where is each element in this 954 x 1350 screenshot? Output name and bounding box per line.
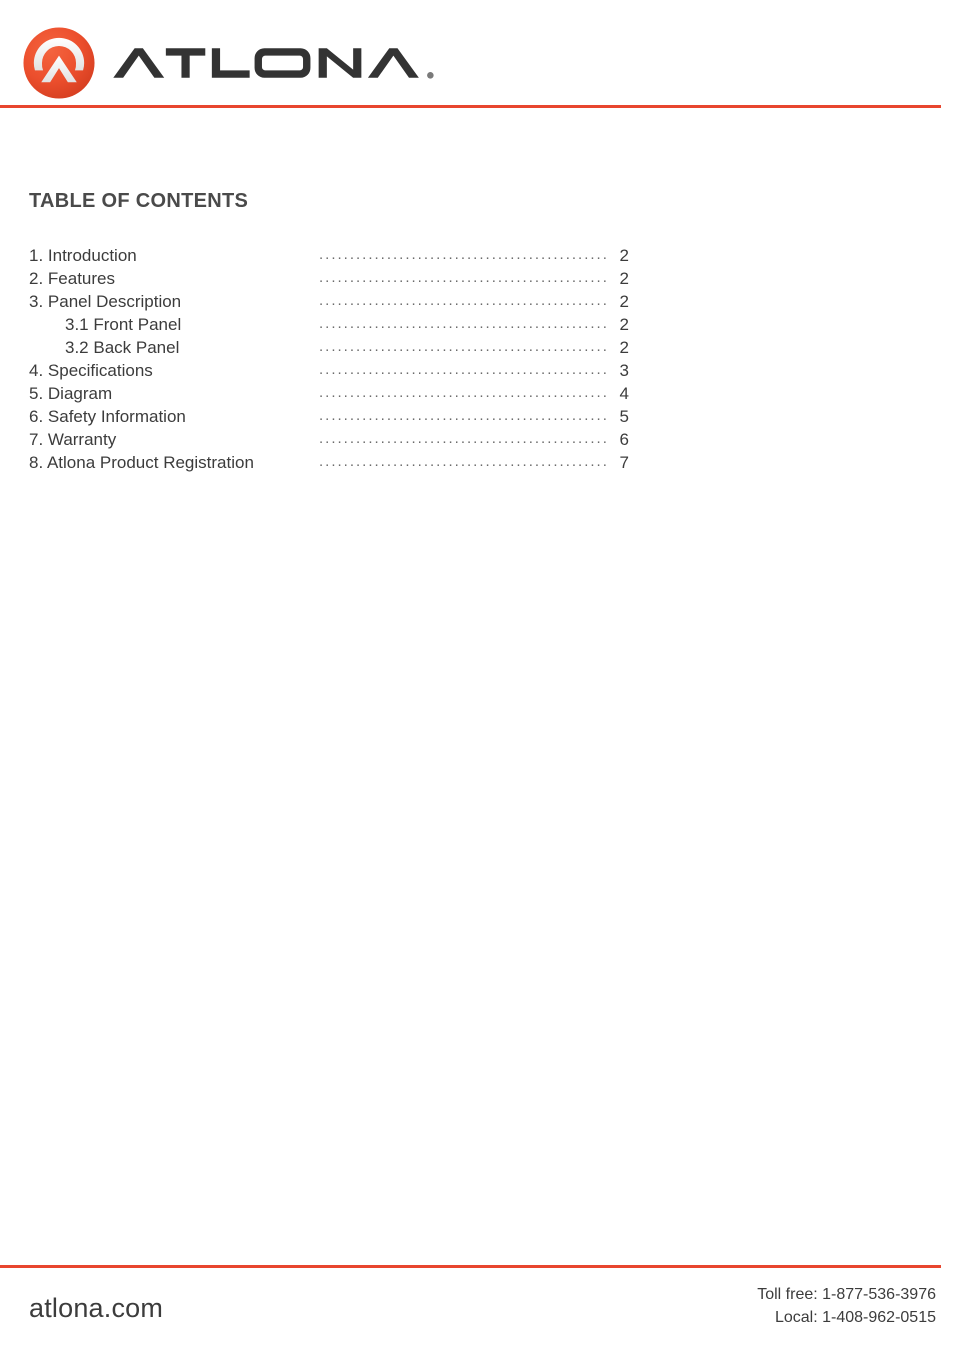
header-accent-rule [0,105,941,108]
footer-toll-free-phone: Toll free: 1-877-536-3976 [757,1286,936,1303]
toc-leader-dots: ........................................… [319,361,607,378]
toc-entry-page-number: 6 [619,430,629,449]
toc-entry-label: 1. Introduction [29,246,137,265]
toc-leader-dots: ........................................… [319,453,607,470]
toc-leader-dots: ........................................… [319,292,607,309]
toc-entry-page-number: 4 [619,384,629,403]
toc-entry-label: 6. Safety Information [29,407,186,426]
toc-entry-page-number: 2 [619,269,629,288]
page-footer: atlona.com Toll free: 1-877-536-3976 Loc… [0,1265,954,1350]
toc-entry[interactable]: 1. Introduction.........................… [29,246,629,269]
toc-entry[interactable]: 3. Panel Description....................… [29,292,629,315]
toc-leader-dots: ........................................… [319,407,607,424]
toc-entry[interactable]: 7. Warranty.............................… [29,430,629,453]
atlona-circle-chevron-logo-icon [23,27,95,99]
toc-leader-dots: ........................................… [319,430,607,447]
toc-leader-dots: ........................................… [319,246,607,263]
atlona-wordmark-icon [113,48,434,79]
toc-entry-page-number: 2 [619,315,629,334]
toc-entry-page-number: 5 [619,407,629,426]
toc-leader-dots: ........................................… [319,384,607,401]
toc-entry-label: 3. Panel Description [29,292,182,311]
footer-local-phone: Local: 1-408-962-0515 [774,1309,936,1326]
toc-entry[interactable]: 3.1 Front Panel.........................… [29,315,629,338]
page-header [0,0,954,110]
toc-entry-page-number: 7 [619,453,629,472]
toc-entry[interactable]: 4. Specifications.......................… [29,361,629,384]
footer-contact-block: Toll free: 1-877-536-3976 Local: 1-408-9… [757,1283,936,1329]
footer-accent-rule [0,1265,941,1268]
footer-website[interactable]: atlona.com [29,1293,163,1324]
toc-entry-label: 7. Warranty [29,430,117,449]
toc-entry[interactable]: 2. Features.............................… [29,269,629,292]
toc-leader-dots: ........................................… [319,269,607,286]
toc-entry-label: 8. Atlona Product Registration [29,453,254,472]
toc-entry[interactable]: 8. Atlona Product Registration..........… [29,453,629,476]
toc-entry-label: 4. Specifications [29,361,153,380]
toc-entry-label: 3.2 Back Panel [65,338,180,357]
toc-leader-dots: ........................................… [319,338,607,355]
toc-entry-page-number: 3 [619,361,629,380]
toc-entry-page-number: 2 [619,292,629,311]
table-of-contents-heading: TABLE OF CONTENTS [29,190,249,212]
toc-entry-page-number: 2 [619,338,629,357]
toc-entry[interactable]: 3.2 Back Panel..........................… [29,338,629,361]
toc-entry-label: 3.1 Front Panel [65,315,182,334]
toc-entry[interactable]: 6. Safety Information...................… [29,407,629,430]
toc-leader-dots: ........................................… [319,315,607,332]
brand-logo [22,26,455,100]
toc-entry-label: 5. Diagram [29,384,113,403]
toc-entry-label: 2. Features [29,269,115,288]
toc-entry-page-number: 2 [619,246,629,265]
toc-entry[interactable]: 5. Diagram..............................… [29,384,629,407]
table-of-contents-list: 1. Introduction.........................… [29,246,629,476]
